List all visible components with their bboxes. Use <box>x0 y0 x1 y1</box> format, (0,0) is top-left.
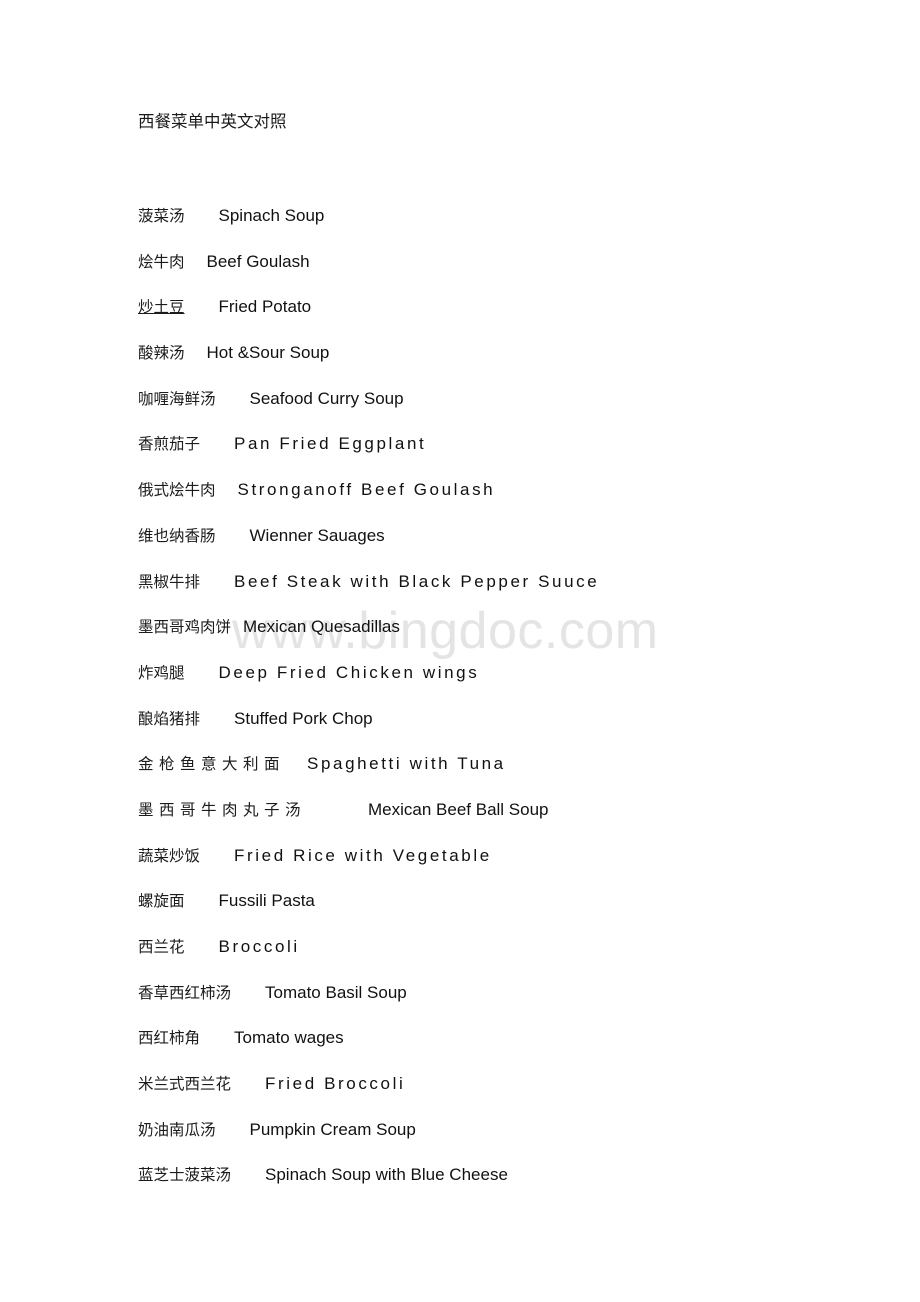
menu-list: 菠菜汤 Spinach Soup 烩牛肉 Beef Goulash 炒土豆 Fried… <box>138 202 838 1207</box>
menu-entry: 黑椒牛排 Beef Steak with Black Pepper Suuce <box>138 568 838 614</box>
menu-entry-chinese: 米兰式西兰花 <box>138 1076 232 1094</box>
menu-entry: 西兰花 Broccoli <box>138 933 838 979</box>
menu-entry-chinese: 香草西红柿汤 <box>138 984 232 1002</box>
menu-entry-english: Tomato Basil Soup <box>265 982 407 1002</box>
menu-entry-chinese: 墨西哥鸡肉饼 <box>138 619 232 637</box>
menu-entry-chinese: 维也纳香肠 <box>138 527 216 545</box>
menu-entry-chinese: 墨西哥牛肉丸子汤 <box>138 801 307 819</box>
menu-entry: 金枪鱼意大利面 Spaghetti with Tuna <box>138 750 838 796</box>
menu-entry-english: Wienner Sauages <box>249 525 385 545</box>
menu-entry-english: Mexican Beef Ball Soup <box>368 799 549 819</box>
menu-entry: 奶油南瓜汤 Pumpkin Cream Soup <box>138 1116 838 1162</box>
menu-entry: 炒土豆 Fried Potato <box>138 293 838 339</box>
menu-entry-english: Pumpkin Cream Soup <box>249 1119 416 1139</box>
menu-entry: 蓝芝士菠菜汤 Spinach Soup with Blue Cheese <box>138 1161 838 1207</box>
menu-entry-english: Fried Rice with Vegetable <box>234 845 492 865</box>
menu-entry-english: Seafood Curry Soup <box>249 388 404 408</box>
menu-entry-english: Pan Fried Eggplant <box>234 434 427 454</box>
menu-entry-english: Hot &Sour Soup <box>206 343 330 363</box>
page-title: 西餐菜单中英文对照 <box>138 113 287 131</box>
menu-entry-english: Beef Goulash <box>206 251 310 271</box>
menu-entry-chinese: 西红柿角 <box>138 1030 201 1048</box>
menu-entry-english: Fried Broccoli <box>265 1074 406 1094</box>
menu-entry: 西红柿角 Tomato wages <box>138 1024 838 1070</box>
menu-entry-chinese: 炸鸡腿 <box>138 664 185 682</box>
menu-entry: 香草西红柿汤 Tomato Basil Soup <box>138 979 838 1025</box>
menu-entry: 维也纳香肠 Wienner Sauages <box>138 522 838 568</box>
menu-entry-chinese: 酿焰猪排 <box>138 710 201 728</box>
menu-entry: 咖喱海鲜汤 Seafood Curry Soup <box>138 385 838 431</box>
menu-entry-english: Spinach Soup with Blue Cheese <box>265 1165 508 1185</box>
menu-entry-chinese: 香煎茄子 <box>138 436 201 454</box>
menu-entry-english: Broccoli <box>218 937 300 956</box>
menu-entry-chinese: 蓝芝士菠菜汤 <box>138 1167 232 1185</box>
menu-entry: 俄式烩牛肉 Stronganoff Beef Goulash <box>138 476 838 522</box>
menu-entry-chinese: 黑椒牛排 <box>138 573 201 591</box>
menu-entry: 酿焰猪排 Stuffed Pork Chop <box>138 705 838 751</box>
menu-entry-chinese: 菠菜汤 <box>138 208 185 225</box>
menu-entry-chinese: 烩牛肉 <box>138 253 185 271</box>
menu-entry: 菠菜汤 Spinach Soup <box>138 202 838 248</box>
menu-entry: 炸鸡腿 Deep Fried Chicken wings <box>138 659 838 705</box>
menu-entry-english: Mexican Quesadillas <box>243 617 400 637</box>
menu-entry: 蔬菜炒饭 Fried Rice with Vegetable <box>138 842 838 888</box>
menu-entry-chinese: 奶油南瓜汤 <box>138 1121 216 1139</box>
menu-entry-chinese: 俄式烩牛肉 <box>138 482 216 500</box>
menu-entry-chinese: 咖喱海鲜汤 <box>138 390 216 408</box>
menu-entry-english: Beef Steak with Black Pepper Suuce <box>234 571 600 591</box>
menu-entry: 酸辣汤 Hot &Sour Soup <box>138 339 838 385</box>
menu-entry-english: Stuffed Pork Chop <box>234 708 373 728</box>
menu-entry: 香煎茄子 Pan Fried Eggplant <box>138 430 838 476</box>
menu-entry: 墨西哥鸡肉饼 Mexican Quesadillas <box>138 613 838 659</box>
menu-entry-chinese: 螺旋面 <box>138 893 185 911</box>
menu-entry-chinese: 炒土豆 <box>138 299 185 317</box>
menu-entry-english: Tomato wages <box>234 1028 344 1048</box>
menu-entry-chinese: 蔬菜炒饭 <box>138 847 201 865</box>
menu-entry-english: Spinach Soup <box>218 206 325 225</box>
menu-entry: 米兰式西兰花 Fried Broccoli <box>138 1070 838 1116</box>
menu-entry-english: Spaghetti with Tuna <box>307 754 506 774</box>
document-page: www.bingdoc.com 西餐菜单中英文对照 菠菜汤 Spinach Sou… <box>0 0 920 1302</box>
menu-entry-chinese: 西兰花 <box>138 939 185 956</box>
menu-entry-chinese: 金枪鱼意大利面 <box>138 756 286 774</box>
menu-entry-english: Stronganoff Beef Goulash <box>237 480 496 500</box>
menu-entry: 烩牛肉 Beef Goulash <box>138 248 838 294</box>
menu-entry: 螺旋面 Fussili Pasta <box>138 887 838 933</box>
menu-entry-english: Fussili Pasta <box>218 891 315 911</box>
menu-entry-english: Deep Fried Chicken wings <box>218 662 480 682</box>
menu-entry: 墨西哥牛肉丸子汤 Mexican Beef Ball Soup <box>138 796 838 842</box>
menu-entry-english: Fried Potato <box>218 297 312 317</box>
menu-entry-chinese: 酸辣汤 <box>138 345 185 363</box>
